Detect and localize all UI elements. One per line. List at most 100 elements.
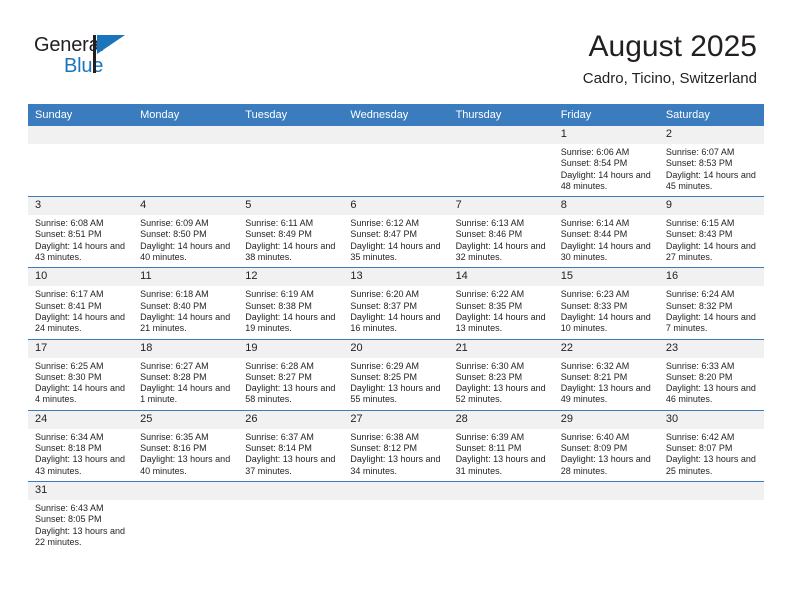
- sunrise-text: Sunrise: 6:28 AM: [245, 360, 314, 371]
- daylight-text: Daylight: 14 hours and 30 minutes.: [560, 240, 651, 263]
- calendar-day-cell[interactable]: 4 Sunrise: 6:09 AM Sunset: 8:50 PM Daylight…: [133, 196, 239, 268]
- calendar-day-cell[interactable]: 6 Sunrise: 6:12 AM Sunset: 8:47 PM Daylight…: [343, 196, 449, 268]
- calendar-day-cell[interactable]: 5 Sunrise: 6:11 AM Sunset: 8:49 PM Daylight…: [238, 196, 344, 268]
- day-details: Sunrise: 6:35 AM Sunset: 8:16 PM Daylight:…: [133, 429, 238, 481]
- calendar-day-cell[interactable]: 30 Sunrise: 6:42 AM Sunset: 8:07 PM Dayligh…: [658, 409, 764, 482]
- calendar-day-cell[interactable]: 29 Sunrise: 6:40 AM Sunset: 8:09 PM Dayligh…: [553, 409, 659, 482]
- day-number: 15: [553, 268, 659, 287]
- calendar-day-cell[interactable]: 8 Sunrise: 6:14 AM Sunset: 8:44 PM Daylight…: [553, 196, 659, 268]
- calendar-day-cell[interactable]: 27 Sunrise: 6:38 AM Sunset: 8:12 PM Dayligh…: [343, 409, 449, 482]
- calendar-cell-empty: [28, 126, 134, 197]
- page-title: August 2025: [588, 30, 757, 63]
- day-number: 25: [133, 410, 239, 429]
- day-number: [133, 481, 239, 500]
- calendar-day-cell[interactable]: 10 Sunrise: 6:17 AM Sunset: 8:41 PM Dayligh…: [28, 267, 134, 340]
- calendar-cell-empty: [343, 126, 449, 197]
- calendar-week-row: 10 Sunrise: 6:17 AM Sunset: 8:41 PM Dayligh…: [28, 267, 764, 340]
- day-number: 12: [238, 268, 344, 287]
- general-blue-logo[interactable]: General Blue: [34, 30, 154, 85]
- sunrise-text: Sunrise: 6:37 AM: [245, 431, 314, 442]
- day-number: 8: [553, 197, 659, 216]
- day-number: [448, 481, 554, 500]
- day-number: 21: [448, 339, 554, 358]
- day-details: Sunrise: 6:38 AM Sunset: 8:12 PM Daylight:…: [343, 429, 448, 481]
- sunset-text: Sunset: 8:54 PM: [560, 158, 628, 169]
- day-details: Sunrise: 6:09 AM Sunset: 8:50 PM Daylight:…: [133, 215, 238, 267]
- sunrise-text: Sunrise: 6:13 AM: [455, 218, 525, 229]
- calendar-day-cell[interactable]: 26 Sunrise: 6:37 AM Sunset: 8:14 PM Dayligh…: [238, 409, 344, 482]
- day-number: 30: [658, 410, 764, 429]
- day-number: [238, 481, 344, 500]
- calendar-page: General Blue August 2025 Cadro, Ticino, …: [0, 0, 792, 612]
- sunset-text: Sunset: 8:14 PM: [245, 443, 312, 454]
- calendar-day-cell[interactable]: 1 Sunrise: 6:06 AM Sunset: 8:54 PM Daylight…: [553, 126, 659, 197]
- sunset-text: Sunset: 8:43 PM: [665, 229, 733, 240]
- sunrise-text: Sunrise: 6:19 AM: [245, 289, 314, 300]
- calendar-day-cell[interactable]: 14 Sunrise: 6:22 AM Sunset: 8:35 PM Dayligh…: [448, 267, 554, 340]
- calendar-day-cell[interactable]: 15 Sunrise: 6:23 AM Sunset: 8:33 PM Dayligh…: [553, 267, 659, 340]
- day-number: 26: [238, 410, 344, 429]
- daylight-text: Daylight: 14 hours and 45 minutes.: [665, 169, 756, 191]
- day-details: Sunrise: 6:20 AM Sunset: 8:37 PM Daylight:…: [343, 286, 448, 338]
- calendar-day-cell[interactable]: 19 Sunrise: 6:28 AM Sunset: 8:27 PM Dayligh…: [238, 338, 344, 411]
- sunset-text: Sunset: 8:16 PM: [140, 443, 207, 454]
- daylight-text: Daylight: 13 hours and 40 minutes.: [140, 454, 231, 476]
- calendar-day-cell[interactable]: 13 Sunrise: 6:20 AM Sunset: 8:37 PM Dayligh…: [343, 267, 449, 340]
- calendar-day-cell[interactable]: 7 Sunrise: 6:13 AM Sunset: 8:46 PM Daylight…: [448, 196, 554, 268]
- sunrise-text: Sunrise: 6:38 AM: [350, 431, 419, 442]
- daylight-text: Daylight: 14 hours and 38 minutes.: [245, 240, 336, 263]
- calendar-day-cell[interactable]: 3 Sunrise: 6:08 AM Sunset: 8:51 PM Daylight…: [28, 196, 134, 268]
- sunset-text: Sunset: 8:18 PM: [35, 443, 102, 454]
- day-details: Sunrise: 6:25 AM Sunset: 8:30 PM Daylight:…: [28, 358, 133, 410]
- calendar-day-cell[interactable]: 17 Sunrise: 6:25 AM Sunset: 8:30 PM Dayligh…: [28, 338, 134, 411]
- sunrise-text: Sunrise: 6:15 AM: [665, 218, 735, 229]
- daylight-text: Daylight: 13 hours and 25 minutes.: [665, 454, 756, 476]
- sunset-text: Sunset: 8:49 PM: [245, 229, 312, 240]
- day-number: 7: [448, 197, 554, 216]
- sunset-text: Sunset: 8:46 PM: [455, 229, 523, 240]
- calendar-day-cell[interactable]: 22 Sunrise: 6:32 AM Sunset: 8:21 PM Dayligh…: [553, 338, 659, 411]
- calendar-day-cell[interactable]: 23 Sunrise: 6:33 AM Sunset: 8:20 PM Dayligh…: [658, 338, 764, 411]
- sunset-text: Sunset: 8:09 PM: [560, 443, 628, 454]
- calendar-cell-empty: [553, 480, 659, 553]
- calendar-cell-empty: [238, 126, 344, 197]
- daylight-text: Daylight: 14 hours and 40 minutes.: [140, 240, 231, 263]
- day-number: 24: [28, 410, 134, 429]
- daylight-text: Daylight: 13 hours and 34 minutes.: [350, 454, 441, 476]
- calendar-day-cell[interactable]: 11 Sunrise: 6:18 AM Sunset: 8:40 PM Dayligh…: [133, 267, 239, 340]
- calendar-body: 1 Sunrise: 6:06 AM Sunset: 8:54 PM Daylight…: [28, 126, 764, 553]
- day-number: 9: [658, 197, 764, 216]
- sunrise-text: Sunrise: 6:18 AM: [140, 289, 209, 300]
- daylight-text: Daylight: 14 hours and 4 minutes.: [35, 383, 126, 405]
- calendar-day-cell[interactable]: 2 Sunrise: 6:07 AM Sunset: 8:53 PM Daylight…: [658, 126, 764, 197]
- daylight-text: Daylight: 14 hours and 19 minutes.: [245, 311, 336, 334]
- sunrise-text: Sunrise: 6:29 AM: [350, 360, 419, 371]
- calendar-day-cell[interactable]: 31 Sunrise: 6:43 AM Sunset: 8:05 PM Dayligh…: [28, 480, 134, 553]
- day-number: 10: [28, 268, 134, 287]
- calendar-day-cell[interactable]: 20 Sunrise: 6:29 AM Sunset: 8:25 PM Dayligh…: [343, 338, 449, 411]
- calendar-cell-empty: [133, 480, 239, 553]
- daylight-text: Daylight: 13 hours and 52 minutes.: [455, 383, 546, 405]
- calendar-day-cell[interactable]: 25 Sunrise: 6:35 AM Sunset: 8:16 PM Dayligh…: [133, 409, 239, 482]
- calendar-day-cell[interactable]: 12 Sunrise: 6:19 AM Sunset: 8:38 PM Dayligh…: [238, 267, 344, 340]
- calendar-day-cell[interactable]: 21 Sunrise: 6:30 AM Sunset: 8:23 PM Dayligh…: [448, 338, 554, 411]
- day-details: Sunrise: 6:24 AM Sunset: 8:32 PM Daylight:…: [659, 286, 764, 338]
- calendar-day-cell[interactable]: 24 Sunrise: 6:34 AM Sunset: 8:18 PM Dayligh…: [28, 409, 134, 482]
- daylight-text: Daylight: 14 hours and 1 minute.: [140, 383, 231, 405]
- day-details: Sunrise: 6:34 AM Sunset: 8:18 PM Daylight:…: [28, 429, 133, 481]
- calendar-day-cell[interactable]: 28 Sunrise: 6:39 AM Sunset: 8:11 PM Dayligh…: [448, 409, 554, 482]
- day-details: Sunrise: 6:30 AM Sunset: 8:23 PM Daylight:…: [449, 358, 554, 410]
- day-details: Sunrise: 6:13 AM Sunset: 8:46 PM Daylight:…: [449, 215, 554, 267]
- calendar-day-cell[interactable]: 18 Sunrise: 6:27 AM Sunset: 8:28 PM Dayligh…: [133, 338, 239, 411]
- day-details: Sunrise: 6:43 AM Sunset: 8:05 PM Daylight:…: [28, 500, 133, 552]
- sunset-text: Sunset: 8:05 PM: [35, 514, 102, 525]
- calendar-day-cell[interactable]: 9 Sunrise: 6:15 AM Sunset: 8:43 PM Daylight…: [658, 196, 764, 268]
- page-header: General Blue August 2025 Cadro, Ticino, …: [0, 0, 792, 90]
- weekday-header-saturday: Saturday: [658, 104, 764, 126]
- calendar-day-cell[interactable]: 16 Sunrise: 6:24 AM Sunset: 8:32 PM Dayligh…: [658, 267, 764, 340]
- day-details: Sunrise: 6:39 AM Sunset: 8:11 PM Daylight:…: [449, 429, 554, 481]
- daylight-text: Daylight: 14 hours and 10 minutes.: [560, 311, 651, 334]
- weekday-header-friday: Friday: [553, 104, 659, 126]
- sunset-text: Sunset: 8:37 PM: [350, 300, 417, 311]
- weekday-header-monday: Monday: [133, 104, 239, 126]
